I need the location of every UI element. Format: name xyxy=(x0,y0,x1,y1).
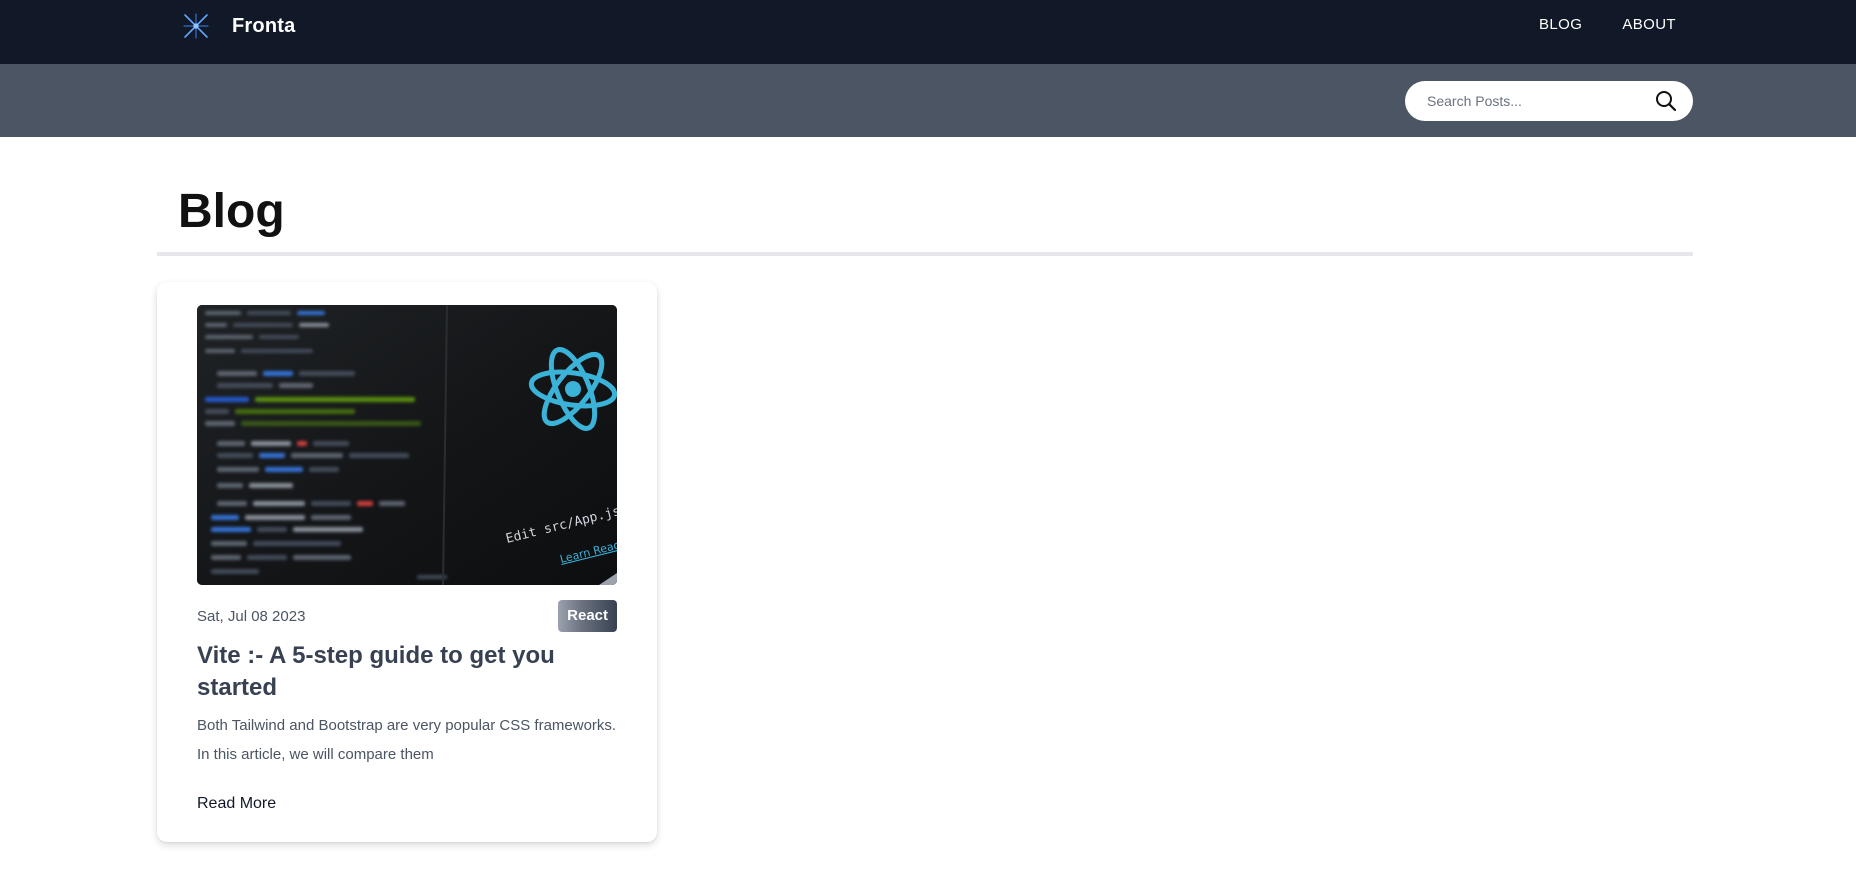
brand-link[interactable]: Fronta xyxy=(182,10,295,42)
page-title: Blog xyxy=(178,185,285,238)
post-excerpt: Both Tailwind and Bootstrap are very pop… xyxy=(197,717,617,763)
main-nav: BLOG ABOUT xyxy=(1539,16,1676,33)
top-navbar: Fronta BLOG ABOUT xyxy=(0,0,1856,64)
post-cover-image[interactable]: Edit src/App.js and save to Learn React xyxy=(197,305,617,585)
nav-link-blog[interactable]: BLOG xyxy=(1539,16,1582,33)
post-title[interactable]: Vite :- A 5-step guide to get you starte… xyxy=(197,640,617,704)
post-tag-badge[interactable]: React xyxy=(558,600,617,632)
search-box xyxy=(1405,81,1693,121)
search-icon xyxy=(1656,91,1677,112)
post-meta: Sat, Jul 08 2023 React xyxy=(197,599,617,633)
search-button[interactable] xyxy=(1653,88,1679,114)
title-divider xyxy=(157,252,1693,256)
brand-logo-icon xyxy=(183,13,209,39)
post-date: Sat, Jul 08 2023 xyxy=(197,607,306,625)
post-card: Edit src/App.js and save to Learn React … xyxy=(157,282,657,842)
nav-link-about[interactable]: ABOUT xyxy=(1622,16,1676,33)
post-cover-art: Edit src/App.js and save to Learn React xyxy=(197,305,617,585)
search-strip xyxy=(0,64,1856,137)
search-input[interactable] xyxy=(1425,92,1653,110)
brand-name: Fronta xyxy=(232,14,296,37)
read-more-link[interactable]: Read More xyxy=(197,795,276,813)
